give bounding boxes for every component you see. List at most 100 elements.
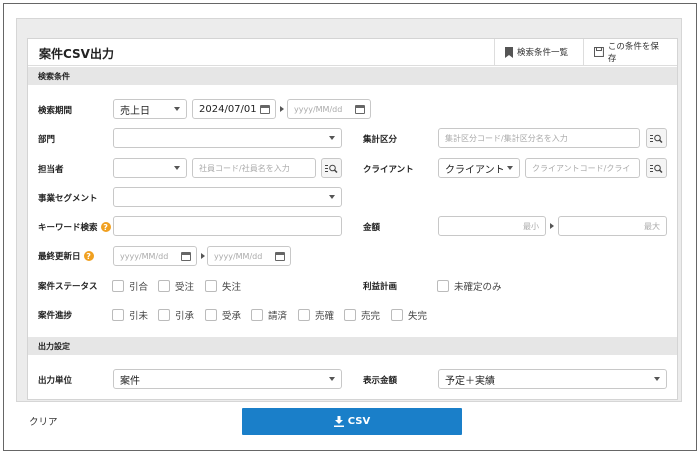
updated-label: 最終更新日 ? xyxy=(38,250,94,262)
checkbox-label: 引未 xyxy=(129,311,149,322)
progress-checkbox[interactable]: 引未 xyxy=(112,308,148,322)
segment-label: 事業セグメント xyxy=(38,194,98,204)
save-conditions-label: この条件を保存 xyxy=(607,42,659,64)
client-search-button[interactable] xyxy=(646,158,667,178)
range-arrow-icon xyxy=(201,253,205,259)
updated-to-placeholder: yyyy/MM/dd xyxy=(214,251,263,261)
output-section-header: 出力設定 xyxy=(28,337,677,355)
search-period-label: 検索期間 xyxy=(38,106,73,116)
amount-label: 金額 xyxy=(363,223,381,233)
checkbox-label: 売確 xyxy=(315,311,335,322)
chevron-down-icon xyxy=(174,107,180,111)
chevron-down-icon xyxy=(654,377,660,381)
client-input[interactable]: クライアントコード/クライ xyxy=(525,158,640,178)
status-checkbox-inquiry[interactable]: 引合 xyxy=(112,279,148,293)
checkbox[interactable] xyxy=(205,280,217,292)
updated-from-placeholder: yyyy/MM/dd xyxy=(120,251,169,261)
department-select[interactable] xyxy=(113,128,342,148)
client-type-value: クライアント xyxy=(445,164,505,176)
amount-max-input[interactable]: 最大 xyxy=(558,216,667,236)
checkbox-label: 請済 xyxy=(268,311,288,322)
period-type-select[interactable]: 売上日 xyxy=(113,99,187,119)
calendar-icon xyxy=(275,252,285,261)
keyword-label-text: キーワード検索 xyxy=(38,223,98,233)
status-checkbox-ordered[interactable]: 受注 xyxy=(158,279,194,293)
range-arrow-icon xyxy=(550,223,554,229)
unconfirmed-only-checkbox[interactable]: 未確定のみ xyxy=(437,279,502,293)
checkbox[interactable] xyxy=(298,309,310,321)
staff-search-button[interactable] xyxy=(321,158,342,178)
list-search-icon xyxy=(650,134,663,143)
range-arrow-icon xyxy=(280,106,284,112)
list-search-icon xyxy=(650,164,663,173)
staff-select[interactable] xyxy=(113,158,187,178)
progress-checkbox[interactable]: 売確 xyxy=(298,308,334,322)
display-amount-select[interactable]: 予定＋実績 xyxy=(438,369,667,389)
aggregate-input[interactable]: 集計区分コード/集計区分名を入力 xyxy=(438,128,640,148)
amount-min-input[interactable]: 最小 xyxy=(438,216,546,236)
chevron-down-icon xyxy=(329,136,335,140)
checkbox-label: 未確定のみ xyxy=(454,282,502,293)
case-progress-label: 案件進捗 xyxy=(38,311,73,321)
period-type-value: 売上日 xyxy=(120,105,150,117)
progress-checkbox[interactable]: 受承 xyxy=(205,308,241,322)
calendar-icon xyxy=(260,105,270,114)
chevron-down-icon xyxy=(329,195,335,199)
display-amount-label: 表示金額 xyxy=(363,376,398,386)
keyword-input[interactable] xyxy=(113,216,342,236)
chevron-down-icon xyxy=(174,166,180,170)
saved-searches-button[interactable]: 検索条件一覧 xyxy=(494,39,578,65)
bookmark-icon xyxy=(505,46,513,58)
page-title: 案件CSV出力 xyxy=(39,47,114,61)
client-label: クライアント xyxy=(363,165,414,175)
csv-label: CSV xyxy=(347,416,371,427)
staff-placeholder: 社員コード/社員名を入力 xyxy=(199,163,290,173)
csv-download-button[interactable]: CSV xyxy=(242,408,462,435)
save-conditions-button[interactable]: この条件を保存 xyxy=(583,39,677,65)
progress-checkbox[interactable]: 売完 xyxy=(344,308,380,322)
period-from-input[interactable]: 2024/07/01 xyxy=(192,99,276,119)
progress-checkbox[interactable]: 引承 xyxy=(158,308,194,322)
client-type-select[interactable]: クライアント xyxy=(438,158,520,178)
checkbox[interactable] xyxy=(112,280,124,292)
segment-select[interactable] xyxy=(113,187,342,207)
saved-searches-label: 検索条件一覧 xyxy=(517,48,569,58)
checkbox-label: 引合 xyxy=(129,282,149,293)
aggregate-placeholder: 集計区分コード/集計区分名を入力 xyxy=(445,133,568,143)
checkbox-label: 失注 xyxy=(222,282,242,293)
clear-button[interactable]: クリア xyxy=(29,414,58,428)
checkbox[interactable] xyxy=(158,309,170,321)
calendar-icon xyxy=(355,105,365,114)
staff-input[interactable]: 社員コード/社員名を入力 xyxy=(192,158,316,178)
checkbox[interactable] xyxy=(437,280,449,292)
aggregate-search-button[interactable] xyxy=(646,128,667,148)
search-section-header: 検索条件 xyxy=(28,67,677,85)
updated-from-input[interactable]: yyyy/MM/dd xyxy=(113,246,197,266)
checkbox-label: 引承 xyxy=(175,311,195,322)
checkbox[interactable] xyxy=(205,309,217,321)
csv-export-panel: 案件CSV出力 検索条件一覧 この条件を保存 検索条件 検索期間 売上日 202… xyxy=(27,38,678,400)
checkbox[interactable] xyxy=(251,309,263,321)
progress-checkbox[interactable]: 請済 xyxy=(251,308,287,322)
client-placeholder: クライアントコード/クライ xyxy=(532,163,631,173)
checkbox-label: 失完 xyxy=(408,311,428,322)
updated-to-input[interactable]: yyyy/MM/dd xyxy=(207,246,291,266)
help-icon[interactable]: ? xyxy=(100,222,111,232)
period-to-placeholder: yyyy/MM/dd xyxy=(294,104,343,114)
calendar-icon xyxy=(181,252,191,261)
checkbox-label: 売完 xyxy=(361,311,381,322)
status-checkbox-lost[interactable]: 失注 xyxy=(205,279,241,293)
checkbox[interactable] xyxy=(391,309,403,321)
amount-min-placeholder: 最小 xyxy=(523,221,539,231)
period-from-value: 2024/07/01 xyxy=(199,103,257,115)
progress-checkbox[interactable]: 失完 xyxy=(391,308,427,322)
help-icon[interactable]: ? xyxy=(83,251,94,261)
output-unit-select[interactable]: 案件 xyxy=(113,369,342,389)
staff-label: 担当者 xyxy=(38,165,64,175)
checkbox[interactable] xyxy=(112,309,124,321)
checkbox[interactable] xyxy=(344,309,356,321)
checkbox-label: 受注 xyxy=(175,282,195,293)
period-to-input[interactable]: yyyy/MM/dd xyxy=(287,99,371,119)
checkbox[interactable] xyxy=(158,280,170,292)
profit-plan-label: 利益計画 xyxy=(363,282,398,292)
